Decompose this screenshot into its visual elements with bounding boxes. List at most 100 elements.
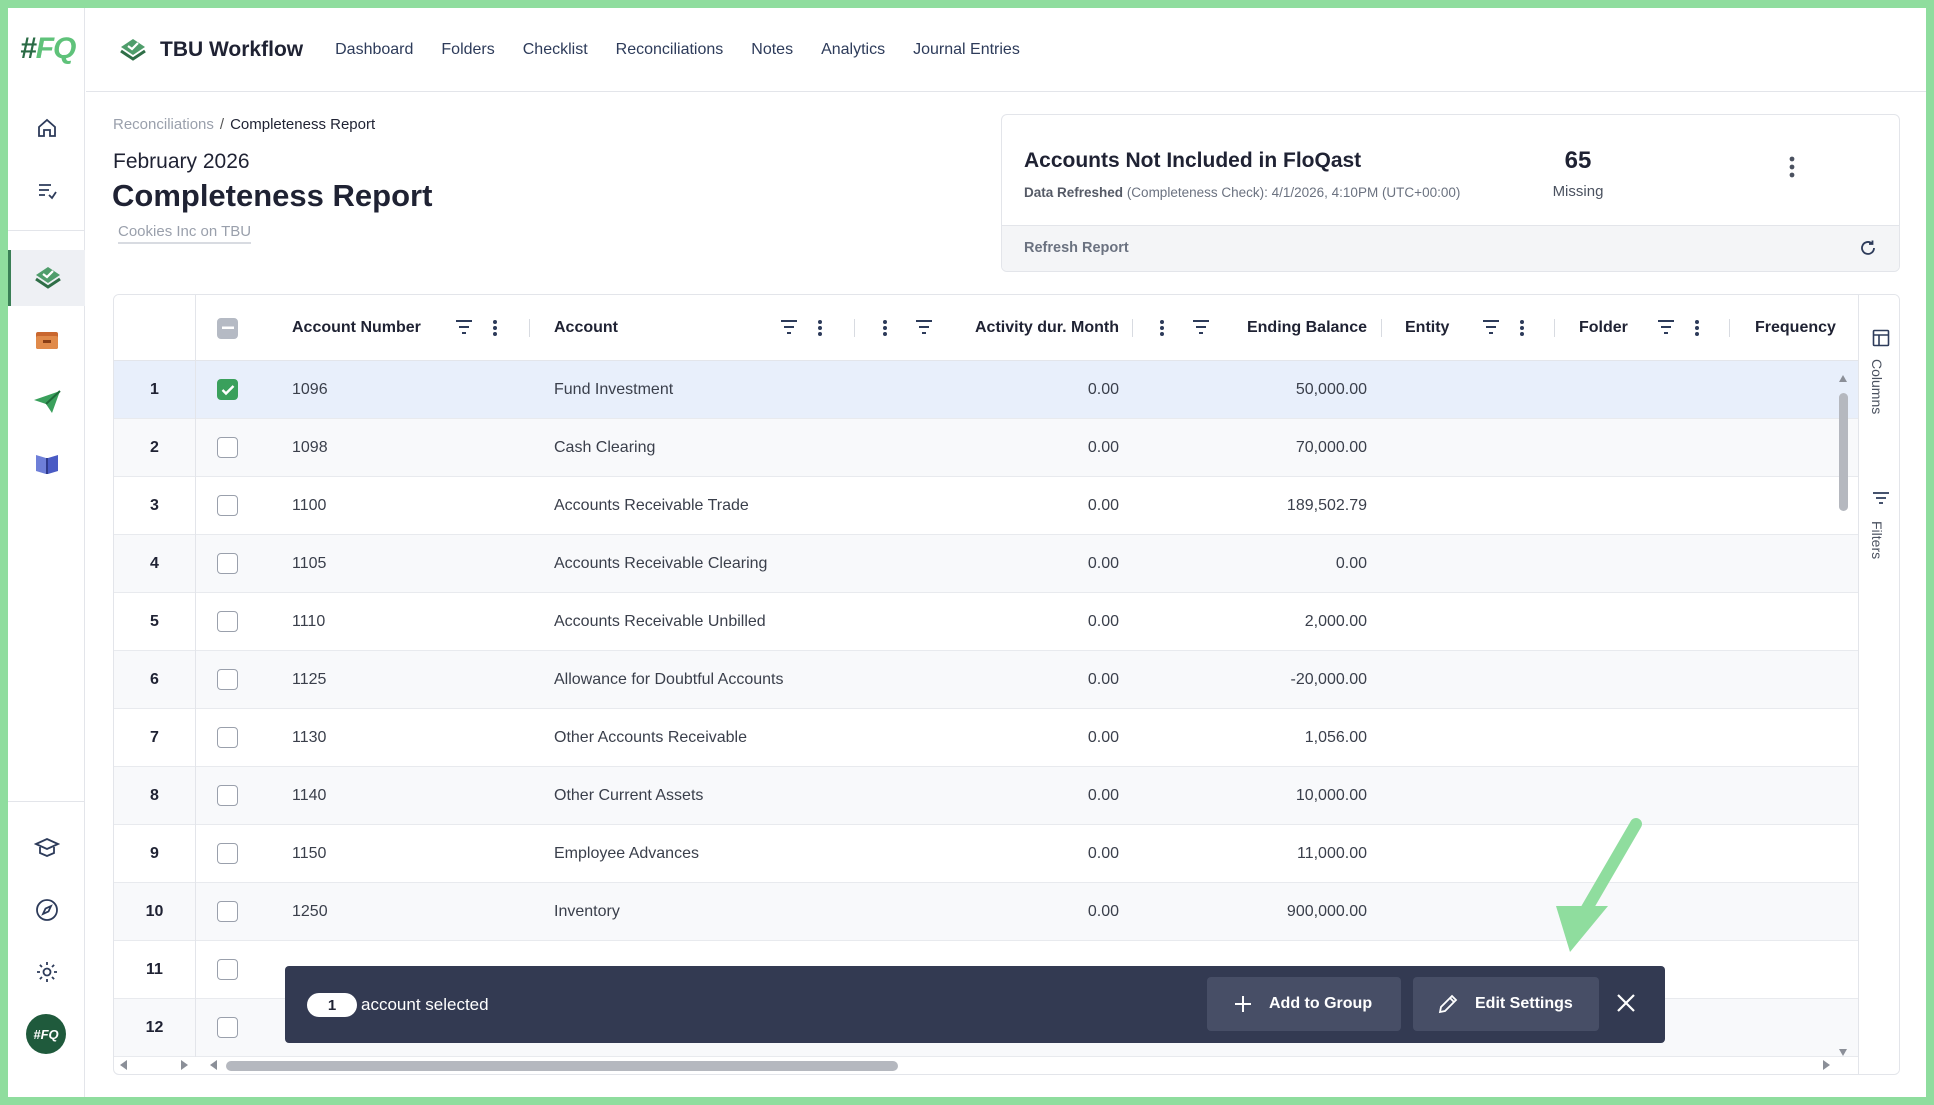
app-frame: #FQ #FQ TBU Workflow Dashboard Folders C… (8, 8, 1926, 1097)
breadcrumb-separator: / (219, 116, 225, 133)
cell-account: Accounts Receivable Trade (554, 496, 749, 514)
col-ending-balance[interactable]: Ending Balance (1219, 295, 1367, 361)
table-row[interactable]: 4 1105 Accounts Receivable Clearing 0.00 0.0… (114, 535, 1858, 593)
breadcrumb-reconciliations[interactable]: Reconciliations (113, 116, 214, 133)
table-row[interactable]: 1 1096 Fund Investment 0.00 50,000.00 (114, 361, 1858, 419)
annotation-arrow (1556, 818, 1642, 952)
row-number: 3 (114, 477, 196, 535)
vertical-scrollbar[interactable] (1836, 373, 1850, 1063)
filter-icon[interactable] (1191, 319, 1211, 340)
cell-ending-balance: 1,056.00 (1304, 728, 1367, 746)
cell-activity: 0.00 (1087, 902, 1119, 920)
columns-panel-tab[interactable]: Columns (1869, 359, 1885, 414)
library-icon[interactable] (8, 436, 85, 492)
table-row[interactable]: 8 1140 Other Current Assets 0.00 10,000.00 (114, 767, 1858, 825)
row-checkbox[interactable] (217, 535, 238, 592)
table-row[interactable]: 5 1110 Accounts Receivable Unbilled 0.00 2,0… (114, 593, 1858, 651)
row-checkbox[interactable] (217, 709, 238, 766)
refresh-icon[interactable] (1859, 239, 1877, 262)
more-vert-icon[interactable] (1519, 319, 1525, 342)
col-account-number[interactable]: Account Number (292, 295, 421, 361)
more-vert-icon[interactable] (1159, 319, 1165, 342)
cell-activity: 0.00 (1087, 438, 1119, 456)
table-row[interactable]: 2 1098 Cash Clearing 0.00 70,000.00 (114, 419, 1858, 477)
table-row[interactable]: 3 1100 Accounts Receivable Trade 0.00 189,50… (114, 477, 1858, 535)
avatar[interactable]: #FQ (26, 1014, 66, 1054)
row-number: 10 (114, 883, 196, 941)
more-vert-icon[interactable] (1788, 155, 1796, 184)
table-row[interactable]: 7 1130 Other Accounts Receivable 0.00 1,056.… (114, 709, 1858, 767)
row-checkbox[interactable] (217, 941, 238, 998)
breadcrumb-current: Completeness Report (230, 116, 376, 133)
cell-account-number: 1250 (292, 902, 328, 920)
col-entity[interactable]: Entity (1405, 295, 1449, 361)
card-footer: Refresh Report (1002, 225, 1899, 271)
more-vert-icon[interactable] (492, 319, 498, 342)
learn-icon[interactable] (8, 820, 85, 876)
nav-journal-entries[interactable]: Journal Entries (913, 41, 1020, 59)
nav-dashboard[interactable]: Dashboard (335, 41, 413, 59)
row-checkbox[interactable] (217, 361, 238, 418)
row-number: 8 (114, 767, 196, 825)
cell-account-number: 1098 (292, 438, 328, 456)
columns-icon[interactable] (1872, 329, 1890, 352)
row-checkbox[interactable] (217, 883, 238, 940)
cell-account-number: 1150 (292, 844, 327, 862)
cell-ending-balance: 70,000.00 (1295, 438, 1367, 456)
cell-activity: 0.00 (1087, 380, 1119, 398)
brand[interactable]: TBU Workflow (118, 35, 303, 65)
refresh-report-button[interactable]: Refresh Report (1024, 240, 1129, 256)
nav-reconciliations[interactable]: Reconciliations (616, 41, 724, 59)
more-vert-icon[interactable] (817, 319, 823, 342)
row-number: 5 (114, 593, 196, 651)
filter-icon[interactable] (1872, 491, 1890, 510)
cell-ending-balance: 0.00 (1335, 554, 1367, 572)
cell-account-number: 1096 (292, 380, 328, 398)
nav-notes[interactable]: Notes (751, 41, 793, 59)
row-checkbox[interactable] (217, 651, 238, 708)
row-checkbox[interactable] (217, 999, 238, 1056)
cell-account-number: 1110 (292, 612, 326, 630)
row-checkbox[interactable] (217, 593, 238, 650)
filter-icon[interactable] (914, 319, 934, 340)
row-number: 11 (114, 941, 196, 999)
nav-folders[interactable]: Folders (441, 41, 494, 59)
app-logo[interactable]: #FQ (20, 32, 76, 66)
folders-icon[interactable] (8, 312, 85, 368)
col-frequency[interactable]: Frequency (1755, 295, 1836, 361)
workflow-icon (120, 38, 146, 61)
row-checkbox[interactable] (217, 825, 238, 882)
more-vert-icon[interactable] (882, 319, 888, 342)
filter-icon[interactable] (454, 319, 474, 340)
missing-accounts-card: Accounts Not Included in FloQast Data Re… (1001, 114, 1900, 272)
close-icon[interactable] (1615, 992, 1637, 1019)
nav-checklist[interactable]: Checklist (523, 41, 588, 59)
filter-icon[interactable] (1656, 319, 1676, 340)
checklist-icon[interactable] (8, 162, 85, 218)
col-activity[interactable]: Activity dur. Month (941, 295, 1119, 361)
nav-analytics[interactable]: Analytics (821, 41, 885, 59)
filter-icon[interactable] (1481, 319, 1501, 340)
row-checkbox[interactable] (217, 767, 238, 824)
cell-account: Other Current Assets (554, 786, 704, 804)
home-icon[interactable] (8, 100, 85, 156)
more-vert-icon[interactable] (1694, 319, 1700, 342)
col-account[interactable]: Account (554, 295, 618, 361)
select-all-checkbox[interactable] (217, 295, 238, 361)
col-folder[interactable]: Folder (1579, 295, 1628, 361)
top-nav: TBU Workflow Dashboard Folders Checklist… (86, 8, 1926, 92)
horizontal-scrollbar[interactable] (114, 1055, 1858, 1074)
cell-activity: 0.00 (1087, 728, 1119, 746)
send-icon[interactable] (8, 374, 85, 430)
row-checkbox[interactable] (217, 419, 238, 476)
filter-icon[interactable] (779, 319, 799, 340)
gear-icon[interactable] (8, 944, 85, 1000)
compass-icon[interactable] (8, 882, 85, 938)
workflow-icon[interactable] (8, 250, 85, 306)
edit-settings-label: Edit Settings (1475, 995, 1573, 1012)
edit-settings-button[interactable]: Edit Settings (1413, 977, 1599, 1031)
add-to-group-button[interactable]: Add to Group (1207, 977, 1401, 1031)
table-row[interactable]: 6 1125 Allowance for Doubtful Accounts 0.00… (114, 651, 1858, 709)
row-checkbox[interactable] (217, 477, 238, 534)
filters-panel-tab[interactable]: Filters (1869, 521, 1885, 559)
